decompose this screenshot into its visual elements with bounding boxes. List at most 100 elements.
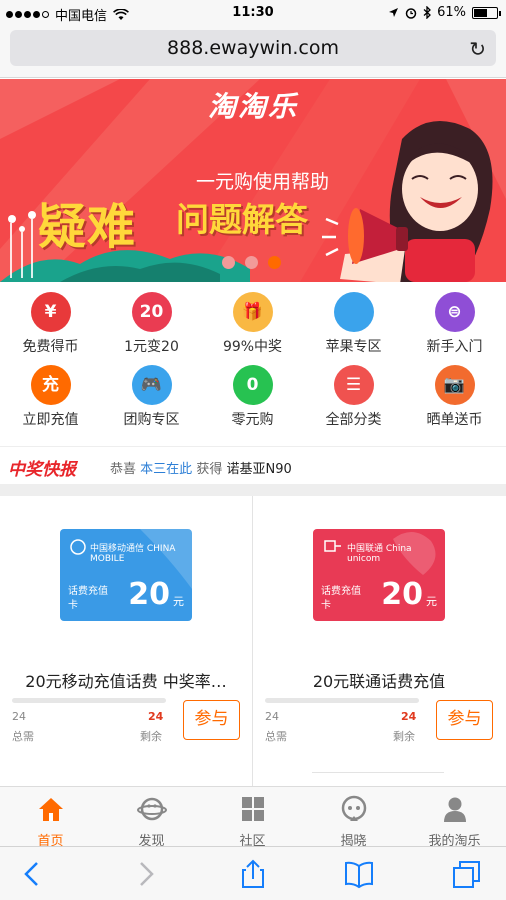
tab-home[interactable]: 首页 (0, 787, 101, 849)
grid-item[interactable]: 充立即充值 (0, 356, 101, 428)
address-bar[interactable]: 888.ewaywin.com ↻ (10, 30, 496, 66)
join-button[interactable]: 参与 (436, 700, 493, 740)
card-amount: 20 (128, 577, 170, 612)
banner-pager[interactable] (222, 256, 281, 269)
tab-community[interactable]: 社区 (202, 787, 303, 849)
grid-item-label: 立即充值 (22, 412, 79, 428)
gift-icon: 🎁 (232, 292, 273, 332)
card-brand: 中国联通 China unicom (347, 544, 412, 564)
card-amount: 20 (381, 577, 423, 612)
product-list: 中国移动通信 CHINA MOBILE 话费充值卡 20 元 20元移动充值话费… (0, 496, 506, 786)
status-right: 61% (388, 5, 501, 20)
next-item-edge (312, 772, 444, 773)
battery-fill (474, 8, 488, 17)
progress-bar (265, 698, 419, 703)
gamepad-icon: 🎮 (131, 365, 172, 405)
card-brand: 中国移动通信 CHINA MOBILE (90, 544, 176, 564)
browser-toolbar (0, 846, 506, 900)
grid-item-label: 1元变20 (124, 339, 179, 355)
tab-discover[interactable]: 发现 (101, 787, 202, 849)
tabs-icon[interactable] (452, 859, 482, 889)
card-kind: 话费充值卡 (321, 586, 361, 611)
grid-item[interactable]: 20 1元变20 (101, 283, 202, 355)
reload-icon[interactable]: ↻ (469, 37, 486, 61)
card-kind: 话费充值卡 (68, 586, 108, 611)
product-title[interactable]: 20元联通话费充值 (253, 668, 505, 692)
home-icon (38, 798, 63, 821)
grid-item[interactable]: ☰ 全部分类 (303, 356, 404, 428)
news-user[interactable]: 本三在此 (140, 462, 192, 477)
camera-icon: 📷 (434, 365, 475, 405)
zero-icon: 0 (232, 365, 273, 405)
card-unit: 元 (426, 595, 437, 608)
banner-headline-big: 疑难 (38, 199, 137, 255)
yen-icon: ¥ (30, 292, 71, 332)
grid-item[interactable]: ⊜ 新手入门 (404, 283, 505, 355)
banner-subtitle: 一元购使用帮助 (196, 171, 330, 193)
tab-announce[interactable]: 揭晓 (303, 787, 404, 849)
total-label: 总需 (265, 730, 287, 743)
alarm-icon (405, 7, 417, 19)
user-icon (443, 797, 466, 822)
grid-icon (241, 797, 264, 821)
grid-item[interactable]: 苹果专区 (303, 283, 404, 355)
total-count: 24 (12, 710, 26, 723)
winner-news-ticker[interactable]: 中奖快报 恭喜 本三在此 获得 诺基亚N90 (0, 446, 506, 484)
news-action: 获得 (196, 462, 223, 477)
grid-item-label: 99%中奖 (222, 339, 283, 355)
pager-dot[interactable] (245, 256, 258, 269)
grid-item[interactable]: 0 零元购 (202, 356, 303, 428)
bluetooth-icon (423, 6, 432, 19)
location-icon (389, 8, 399, 17)
grid-item-label: 苹果专区 (325, 339, 382, 355)
pager-dot[interactable] (222, 256, 235, 269)
app-tab-bar: 首页 发现 社区 揭晓 我的淘乐 (0, 786, 506, 849)
grid-item-label: 零元购 (231, 412, 274, 428)
grid-item-label: 新手入门 (426, 339, 483, 355)
news-prefix: 恭喜 (110, 462, 137, 477)
product-card[interactable]: 中国移动通信 CHINA MOBILE 话费充值卡 20 元 20元移动充值话费… (0, 496, 252, 786)
planet-icon (136, 797, 167, 821)
progress-bar (12, 698, 166, 703)
news-prize[interactable]: 诺基亚N90 (226, 462, 291, 477)
brand-logo: 淘淘乐 (207, 90, 298, 123)
news-tag: 中奖快报 (8, 460, 76, 480)
grid-item-label: 免费得币 (22, 339, 79, 355)
url-text[interactable]: 888.ewaywin.com (10, 37, 496, 59)
status-bar: 中国电信 11:30 61% (0, 0, 506, 26)
promo-banner[interactable]: 淘淘乐 一元购使用帮助 疑难 问题解答 (0, 79, 506, 282)
announce-icon (341, 795, 366, 821)
tab-mine[interactable]: 我的淘乐 (404, 787, 505, 849)
total-count: 24 (265, 710, 279, 723)
remaining-count: 24 (401, 710, 417, 723)
back-icon[interactable] (18, 859, 48, 889)
share-icon[interactable] (238, 859, 268, 889)
forward-icon[interactable] (130, 859, 160, 889)
battery-percent: 61% (437, 5, 466, 20)
product-image-unicom-card[interactable]: 中国联通 China unicom 话费充值卡 20 元 (313, 529, 445, 621)
product-title[interactable]: 20元移动充值话费 中奖率… (0, 668, 252, 692)
product-card[interactable]: 中国联通 China unicom 话费充值卡 20 元 20元联通话费充值 2… (253, 496, 505, 786)
news-line[interactable]: 恭喜 本三在此 获得 诺基亚N90 (110, 458, 292, 477)
apple-icon (333, 292, 374, 332)
banner-headline-rest: 问题解答 (176, 200, 308, 239)
grid-item[interactable]: 📷 晒单送币 (404, 356, 505, 428)
twenty-icon: 20 (131, 292, 172, 332)
grid-item[interactable]: ¥ 免费得币 (0, 283, 101, 355)
browser-address-area: 888.ewaywin.com ↻ (0, 26, 506, 78)
pager-dot-active[interactable] (268, 256, 281, 269)
remaining-count: 24 (148, 710, 164, 723)
total-label: 总需 (12, 730, 34, 743)
bookmarks-icon[interactable] (344, 859, 374, 889)
card-unit: 元 (173, 595, 184, 608)
list-icon: ☰ (333, 365, 374, 405)
section-gap (0, 484, 506, 496)
product-image-mobile-card[interactable]: 中国移动通信 CHINA MOBILE 话费充值卡 20 元 (60, 529, 192, 621)
remaining-label: 剩余 (393, 730, 415, 743)
shortcut-grid: ¥ 免费得币 20 1元变20 🎁 99%中奖 苹果专区 ⊜ 新手入门充立即充值 🎮 团购专区 0 零元… (0, 283, 506, 445)
grid-item-label: 团购专区 (123, 412, 180, 428)
remaining-label: 剩余 (140, 730, 162, 743)
join-button[interactable]: 参与 (183, 700, 240, 740)
grid-item[interactable]: 🎮 团购专区 (101, 356, 202, 428)
grid-item[interactable]: 🎁 99%中奖 (202, 283, 303, 355)
